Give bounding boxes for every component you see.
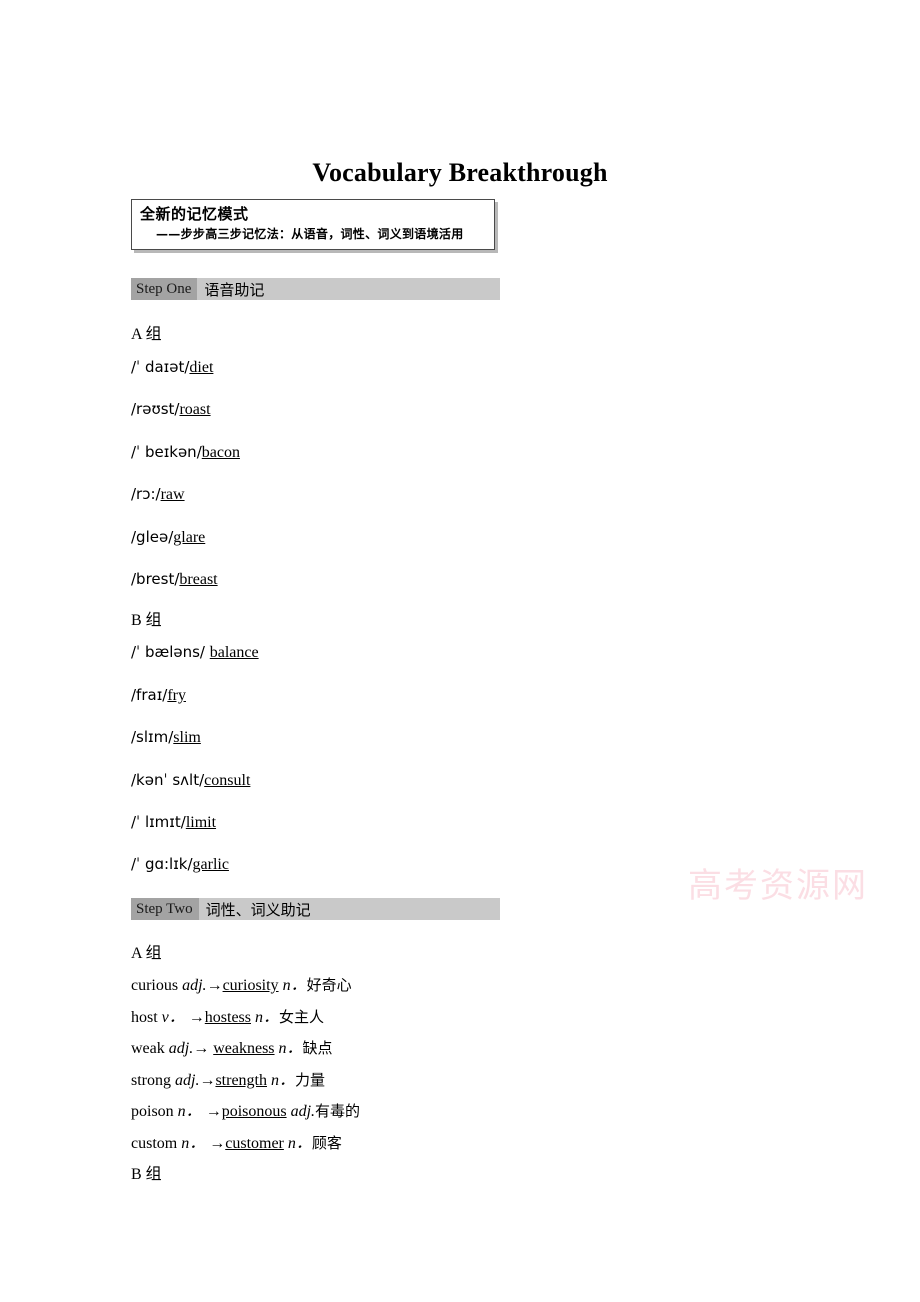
phonetic-transcription: /brest/ bbox=[131, 570, 180, 588]
phonetic-word: roast bbox=[179, 401, 211, 418]
derivation-entry: custom n． →customer n．顾客 bbox=[131, 1129, 342, 1153]
meaning: 顾客 bbox=[311, 1134, 342, 1152]
step-two-group-a-heading: A 组 bbox=[131, 945, 162, 962]
phonetic-entry: /fraɪ/fry bbox=[131, 686, 186, 705]
base-pos: adj. bbox=[182, 977, 207, 994]
meaning: 缺点 bbox=[302, 1039, 333, 1057]
phonetic-entry: /brest/breast bbox=[131, 570, 218, 589]
phonetic-word: glare bbox=[173, 529, 206, 546]
derivation-entry: weak adj.→ weakness n．缺点 bbox=[131, 1034, 333, 1058]
phonetic-transcription: /rəʊst/ bbox=[131, 400, 180, 418]
phonetic-transcription: /ˈ beɪkən/ bbox=[131, 443, 202, 461]
phonetic-entry: /ˈ daɪət/diet bbox=[131, 358, 213, 377]
base-word: custom bbox=[131, 1135, 182, 1152]
derived-pos: n． bbox=[278, 977, 307, 994]
arrow-icon: → bbox=[184, 1009, 205, 1026]
phonetic-entry: /rəʊst/roast bbox=[131, 400, 211, 419]
meaning: 好奇心 bbox=[306, 976, 352, 994]
derived-pos: n． bbox=[274, 1040, 303, 1057]
step-one-group-b-heading: B 组 bbox=[131, 612, 162, 629]
phonetic-entry: /gleə/glare bbox=[131, 528, 205, 547]
arrow-icon: → bbox=[201, 1103, 222, 1120]
base-pos: n． bbox=[177, 1103, 202, 1120]
phonetic-word: bacon bbox=[201, 444, 240, 461]
step-one-label: 语音助记 bbox=[204, 280, 265, 299]
derived-pos: n． bbox=[267, 1072, 296, 1089]
arrow-icon: → bbox=[199, 1072, 216, 1089]
derived-word: poisonous bbox=[221, 1103, 287, 1120]
phonetic-word: consult bbox=[204, 772, 251, 789]
base-pos: n． bbox=[181, 1135, 206, 1152]
meaning: 有毒的 bbox=[315, 1102, 361, 1120]
derived-pos: n． bbox=[283, 1135, 312, 1152]
derivation-entry: strong adj.→strength n．力量 bbox=[131, 1066, 325, 1090]
derived-word: weakness bbox=[213, 1040, 275, 1057]
phonetic-entry: /ˈ bæləns/ balance bbox=[131, 643, 259, 662]
page-title: Vocabulary Breakthrough bbox=[312, 158, 608, 188]
meaning: 女主人 bbox=[279, 1008, 325, 1026]
phonetic-entry: /ˈ lɪmɪt/limit bbox=[131, 813, 216, 832]
derived-word: strength bbox=[215, 1072, 267, 1089]
phonetic-word: fry bbox=[167, 687, 186, 704]
memory-mode-callout-box: 全新的记忆模式 ——步步高三步记忆法：从语音，词性、词义到语境活用 bbox=[131, 199, 495, 250]
base-word: host bbox=[131, 1009, 162, 1026]
callout-subheading: ——步步高三步记忆法：从语音，词性、词义到语境活用 bbox=[156, 226, 464, 241]
phonetic-word: balance bbox=[209, 644, 259, 661]
step-two-label: 词性、词义助记 bbox=[205, 900, 311, 919]
phonetic-transcription: /fraɪ/ bbox=[131, 686, 168, 704]
derived-word: hostess bbox=[204, 1009, 252, 1026]
base-word: weak bbox=[131, 1040, 169, 1057]
step-one-group-a-heading: A 组 bbox=[131, 326, 162, 343]
phonetic-transcription: /ˈ bæləns/ bbox=[131, 643, 210, 661]
step-one-tag: Step One bbox=[131, 278, 198, 300]
base-word: strong bbox=[131, 1072, 175, 1089]
derived-pos: n． bbox=[251, 1009, 280, 1026]
phonetic-word: breast bbox=[179, 571, 218, 588]
phonetic-word: slim bbox=[173, 729, 201, 746]
step-one-header-bar: Step One 语音助记 bbox=[131, 278, 500, 300]
derived-word: curiosity bbox=[222, 977, 279, 994]
base-pos: adj. bbox=[175, 1072, 200, 1089]
step-two-header-bar: Step Two 词性、词义助记 bbox=[131, 898, 500, 920]
phonetic-word: raw bbox=[160, 486, 185, 503]
phonetic-transcription: /rɔ:/ bbox=[131, 485, 161, 503]
arrow-icon: → bbox=[206, 977, 223, 994]
phonetic-transcription: /kənˈ sʌlt/ bbox=[131, 771, 205, 789]
phonetic-transcription: /gleə/ bbox=[131, 528, 174, 546]
step-two-tag: Step Two bbox=[131, 898, 199, 920]
base-pos: v． bbox=[161, 1009, 185, 1026]
derivation-entry: host v． →hostess n．女主人 bbox=[131, 1003, 324, 1027]
phonetic-entry: /rɔ:/raw bbox=[131, 485, 185, 504]
phonetic-entry: /kənˈ sʌlt/consult bbox=[131, 771, 250, 790]
arrow-icon: → bbox=[205, 1135, 226, 1152]
meaning: 力量 bbox=[295, 1071, 326, 1089]
derivation-entry: poison n． →poisonous adj.有毒的 bbox=[131, 1097, 360, 1121]
phonetic-entry: /ˈ gɑ:lɪk/garlic bbox=[131, 855, 229, 874]
base-word: poison bbox=[131, 1103, 178, 1120]
derived-word: customer bbox=[225, 1135, 284, 1152]
callout-heading: 全新的记忆模式 bbox=[140, 205, 249, 223]
base-pos: adj. bbox=[168, 1040, 194, 1057]
arrow-icon: → bbox=[193, 1040, 214, 1057]
base-word: curious bbox=[131, 977, 183, 994]
step-two-group-b-heading: B 组 bbox=[131, 1166, 162, 1183]
phonetic-entry: /ˈ beɪkən/bacon bbox=[131, 443, 240, 462]
watermark-text: 高考资源网 bbox=[688, 866, 868, 906]
derivation-entry: curious adj.→curiosity n．好奇心 bbox=[131, 971, 352, 995]
phonetic-transcription: /ˈ gɑ:lɪk/ bbox=[131, 855, 193, 873]
phonetic-word: diet bbox=[189, 359, 214, 376]
document-page: 高考资源网 Vocabulary Breakthrough 全新的记忆模式 ——… bbox=[0, 0, 920, 1302]
phonetic-entry: /slɪm/slim bbox=[131, 728, 201, 747]
phonetic-word: limit bbox=[185, 814, 217, 831]
phonetic-transcription: /ˈ lɪmɪt/ bbox=[131, 813, 186, 831]
derived-pos: adj. bbox=[286, 1103, 316, 1120]
phonetic-word: garlic bbox=[192, 856, 229, 873]
phonetic-transcription: /slɪm/ bbox=[131, 728, 174, 746]
phonetic-transcription: /ˈ daɪət/ bbox=[131, 358, 190, 376]
